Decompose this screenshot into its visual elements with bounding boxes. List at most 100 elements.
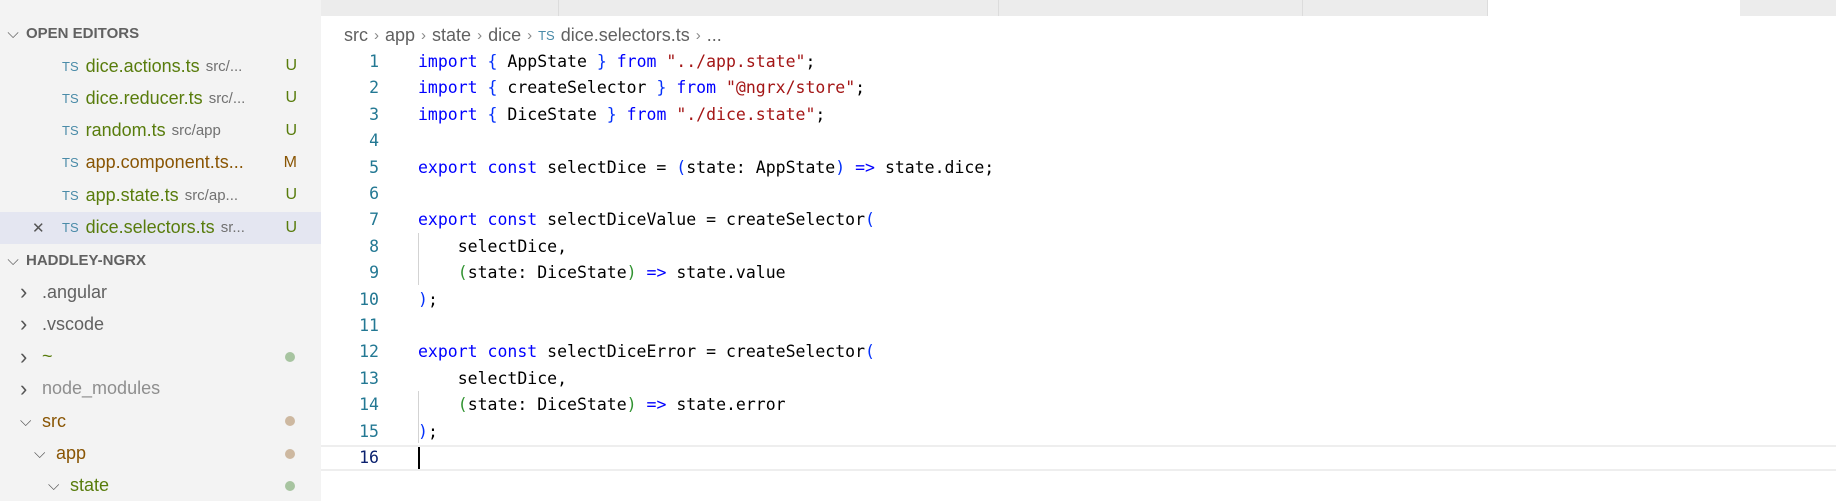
typescript-file-icon: TS bbox=[62, 90, 79, 106]
code-line[interactable]: 7 export const selectDiceValue = createSe… bbox=[321, 207, 1836, 233]
code-text: selectDice, bbox=[418, 366, 567, 392]
chevron-right-icon: › bbox=[421, 26, 427, 44]
chevron-down-icon: ⌵ bbox=[7, 251, 19, 269]
line-number: 11 bbox=[359, 316, 379, 335]
tab-active[interactable] bbox=[1487, 0, 1740, 16]
open-editor-item[interactable]: TS app.component.ts... M bbox=[0, 147, 321, 179]
code-text: import { AppState } from "../app.state"; bbox=[418, 49, 815, 75]
code-token: import bbox=[418, 52, 488, 71]
file-path: src/... bbox=[205, 57, 243, 75]
code-line[interactable]: 14 (state: DiceState) => state.error bbox=[321, 392, 1836, 418]
code-line[interactable]: 8 selectDice, bbox=[321, 234, 1836, 260]
code-text: ); bbox=[418, 287, 438, 313]
typescript-file-icon: TS bbox=[62, 220, 79, 235]
git-status-badge: M bbox=[283, 153, 297, 171]
tab[interactable] bbox=[1302, 0, 1486, 16]
typescript-file-icon: TS bbox=[538, 27, 555, 43]
file-name: app.component.ts... bbox=[85, 152, 244, 173]
code-token: import bbox=[418, 104, 488, 124]
code-token: DiceState bbox=[507, 104, 607, 124]
code-token: "./dice.state" bbox=[676, 104, 816, 124]
tree-item[interactable]: › node_modules bbox=[0, 373, 321, 405]
code-text: export const selectDiceValue = createSel… bbox=[418, 207, 875, 233]
tree-item[interactable]: › ~ bbox=[0, 341, 321, 373]
tab-bar bbox=[321, 0, 1836, 16]
line-number: 3 bbox=[369, 104, 379, 124]
git-status-badge: U bbox=[285, 57, 297, 74]
open-editor-item[interactable]: TS app.state.ts src/ap... U bbox=[0, 179, 321, 211]
code-line[interactable]: 9 (state: DiceState) => state.value bbox=[321, 260, 1836, 286]
code-token: ) bbox=[418, 421, 428, 441]
folder-name: app bbox=[56, 443, 87, 463]
open-editor-item[interactable]: TS random.ts src/app U bbox=[0, 115, 321, 147]
code-token: selectDice = bbox=[547, 157, 677, 177]
git-status-badge: U bbox=[285, 121, 297, 139]
line-number: 15 bbox=[359, 421, 379, 441]
code-token: "@ngrx/store" bbox=[725, 78, 856, 98]
chevron-down-icon: ⌵ bbox=[7, 24, 19, 42]
breadcrumb-more[interactable]: ... bbox=[707, 25, 722, 46]
code-line[interactable]: 5 export const selectDice = (state: AppSt… bbox=[321, 155, 1836, 181]
file-name: app.state.ts bbox=[85, 184, 179, 205]
open-editor-item[interactable]: ✕ TS dice.selectors.ts sr... U bbox=[0, 211, 321, 244]
code-line[interactable]: 2 import { createSelector } from "@ngrx/s… bbox=[321, 75, 1836, 101]
tree-item[interactable]: ⌵ app bbox=[0, 438, 321, 470]
git-status-badge: U bbox=[285, 186, 297, 204]
code-line[interactable]: 4 bbox=[321, 128, 1836, 154]
typescript-file-icon: TS bbox=[62, 58, 79, 74]
chevron-down-icon: ⌵ bbox=[48, 477, 60, 495]
code-line[interactable]: 12 export const selectDiceError = createS… bbox=[321, 339, 1836, 365]
code-text: (state: DiceState) => state.value bbox=[418, 260, 786, 286]
open-editor-item[interactable]: TS dice.actions.ts src/... U bbox=[0, 50, 321, 82]
code-line[interactable]: 6 bbox=[321, 181, 1836, 207]
code-editor[interactable]: 1 import { AppState } from "../app.state"… bbox=[321, 49, 1836, 501]
line-number: 7 bbox=[369, 210, 379, 230]
code-token: ) bbox=[626, 263, 637, 283]
chevron-right-icon: › bbox=[20, 375, 28, 401]
line-number: 12 bbox=[359, 342, 379, 362]
code-line[interactable]: 13 selectDice, bbox=[321, 366, 1836, 392]
code-token: } bbox=[606, 104, 627, 124]
code-token: { bbox=[487, 78, 508, 98]
line-number: 13 bbox=[359, 368, 379, 388]
breadcrumb-item[interactable]: state bbox=[432, 25, 471, 46]
code-token: ; bbox=[855, 78, 866, 98]
folder-name: state bbox=[70, 475, 110, 496]
code-line[interactable]: 10); bbox=[321, 287, 1836, 313]
breadcrumb-item[interactable]: app bbox=[385, 25, 415, 46]
code-line[interactable]: 3 import { DiceState } from "./dice.state… bbox=[321, 102, 1836, 128]
chevron-down-icon: ⌵ bbox=[20, 412, 32, 430]
code-token: => bbox=[845, 157, 885, 177]
chevron-right-icon: › bbox=[20, 343, 28, 369]
tree-item[interactable]: ⌵ src bbox=[0, 405, 321, 437]
folder-name: .angular bbox=[42, 281, 108, 302]
tree-item[interactable]: › .vscode bbox=[0, 308, 321, 340]
open-editor-item[interactable]: TS dice.reducer.ts src/... U bbox=[0, 82, 321, 114]
line-number: 10 bbox=[359, 289, 379, 309]
code-token: state.dice; bbox=[884, 157, 995, 177]
tab[interactable] bbox=[558, 0, 998, 16]
tab[interactable] bbox=[998, 0, 1302, 16]
code-token: from bbox=[626, 104, 677, 124]
code-line[interactable]: 16 bbox=[321, 445, 1836, 471]
code-token: const bbox=[487, 157, 548, 177]
line-number: 9 bbox=[369, 263, 379, 283]
breadcrumb-item[interactable]: src bbox=[344, 25, 368, 46]
tree-item[interactable]: › .angular bbox=[0, 276, 321, 308]
breadcrumb-file[interactable]: dice.selectors.ts bbox=[561, 25, 690, 46]
code-token: export bbox=[418, 342, 488, 362]
tree-item[interactable]: ⌵ state bbox=[0, 470, 321, 502]
project-header[interactable]: ⌵ HADDLEY-NGRX bbox=[0, 245, 321, 275]
code-token: from bbox=[676, 78, 726, 98]
code-line[interactable]: 1 import { AppState } from "../app.state"… bbox=[321, 49, 1836, 75]
code-token: ) bbox=[418, 289, 428, 309]
code-line[interactable]: 11 bbox=[321, 313, 1836, 339]
close-icon[interactable]: ✕ bbox=[32, 219, 45, 237]
code-token: import bbox=[418, 78, 488, 98]
line-number: 5 bbox=[369, 157, 379, 177]
open-editors-header[interactable]: ⌵ OPEN EDITORS bbox=[0, 18, 321, 48]
code-line[interactable]: 15); bbox=[321, 419, 1836, 445]
breadcrumb-item[interactable]: dice bbox=[488, 25, 521, 46]
